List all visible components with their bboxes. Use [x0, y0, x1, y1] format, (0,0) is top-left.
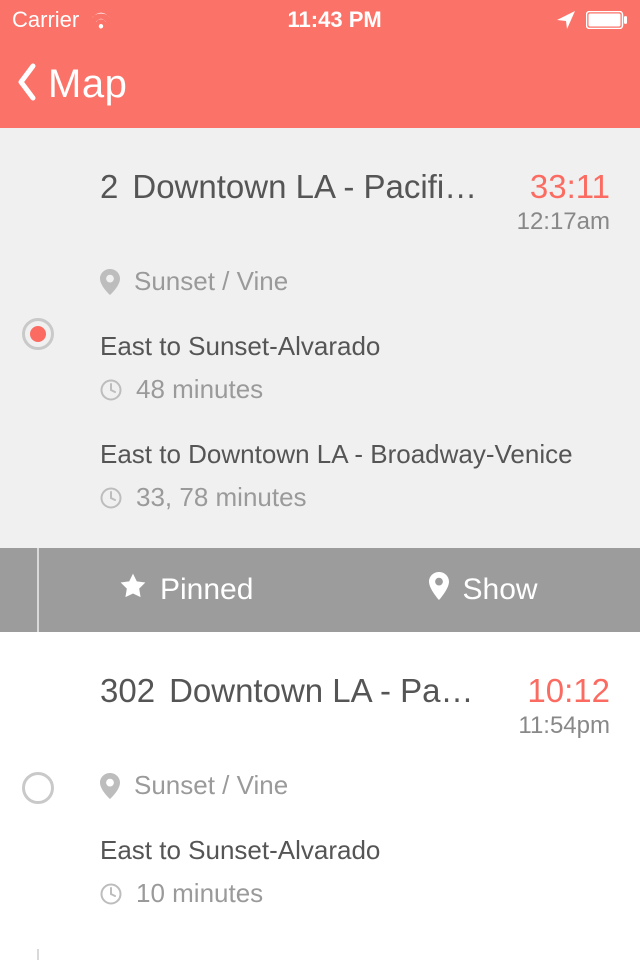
pinned-button[interactable]: Pinned [0, 573, 379, 607]
back-label: Map [48, 62, 127, 107]
countdown: 33:11 [500, 168, 610, 206]
battery-icon [586, 11, 628, 29]
route-name: Downtown LA - Pacific Pali… [132, 168, 500, 205]
chevron-left-icon [10, 60, 44, 109]
pin-icon [100, 269, 120, 295]
action-bar: Pinned Show [0, 548, 640, 632]
wait-time: 48 minutes [136, 374, 263, 405]
route-list: 2 Downtown LA - Pacific Pali… 33:11 12:17… [0, 128, 640, 960]
direction-label: East to Sunset-Alvarado [100, 331, 610, 362]
route-number: 2 [100, 168, 118, 205]
pin-icon [100, 773, 120, 799]
route-card[interactable]: 302 Downtown LA - Pacific P… 10:12 11:54p… [0, 632, 640, 949]
stop-name: Sunset / Vine [134, 770, 288, 801]
route-title: 302 Downtown LA - Pacific P… [100, 672, 500, 710]
clock-icon [100, 379, 122, 401]
status-bar: Carrier 11:43 PM [0, 0, 640, 40]
status-time: 11:43 PM [288, 7, 382, 33]
pin-icon [429, 572, 449, 608]
wait-time: 10 minutes [136, 878, 263, 909]
direction-label: East to Sunset-Alvarado [100, 835, 610, 866]
route-title: 2 Downtown LA - Pacific Pali… [100, 168, 500, 206]
countdown: 10:12 [500, 672, 610, 710]
timeline-node-active [22, 318, 54, 350]
route-number: 302 [100, 672, 155, 709]
clock-icon [100, 487, 122, 509]
location-arrow-icon [556, 10, 576, 30]
route-name: Downtown LA - Pacific P… [169, 672, 500, 709]
carrier-label: Carrier [12, 7, 79, 33]
arrival-time: 11:54pm [500, 712, 610, 740]
direction-label: East to Downtown LA - Broadway-Venice [100, 439, 610, 470]
nav-bar: Map [0, 40, 640, 128]
back-button[interactable]: Map [10, 60, 127, 109]
pinned-label: Pinned [160, 573, 253, 607]
route-card[interactable]: 2 Downtown LA - Pacific Pali… 33:11 12:17… [0, 128, 640, 548]
show-label: Show [463, 573, 538, 607]
show-button[interactable]: Show [379, 572, 640, 608]
wait-time: 33, 78 minutes [136, 482, 307, 513]
arrival-time: 12:17am [500, 208, 610, 236]
stop-name: Sunset / Vine [134, 266, 288, 297]
clock-icon [100, 883, 122, 905]
star-icon [120, 573, 146, 607]
timeline-node [22, 772, 54, 804]
wifi-icon [89, 11, 113, 29]
